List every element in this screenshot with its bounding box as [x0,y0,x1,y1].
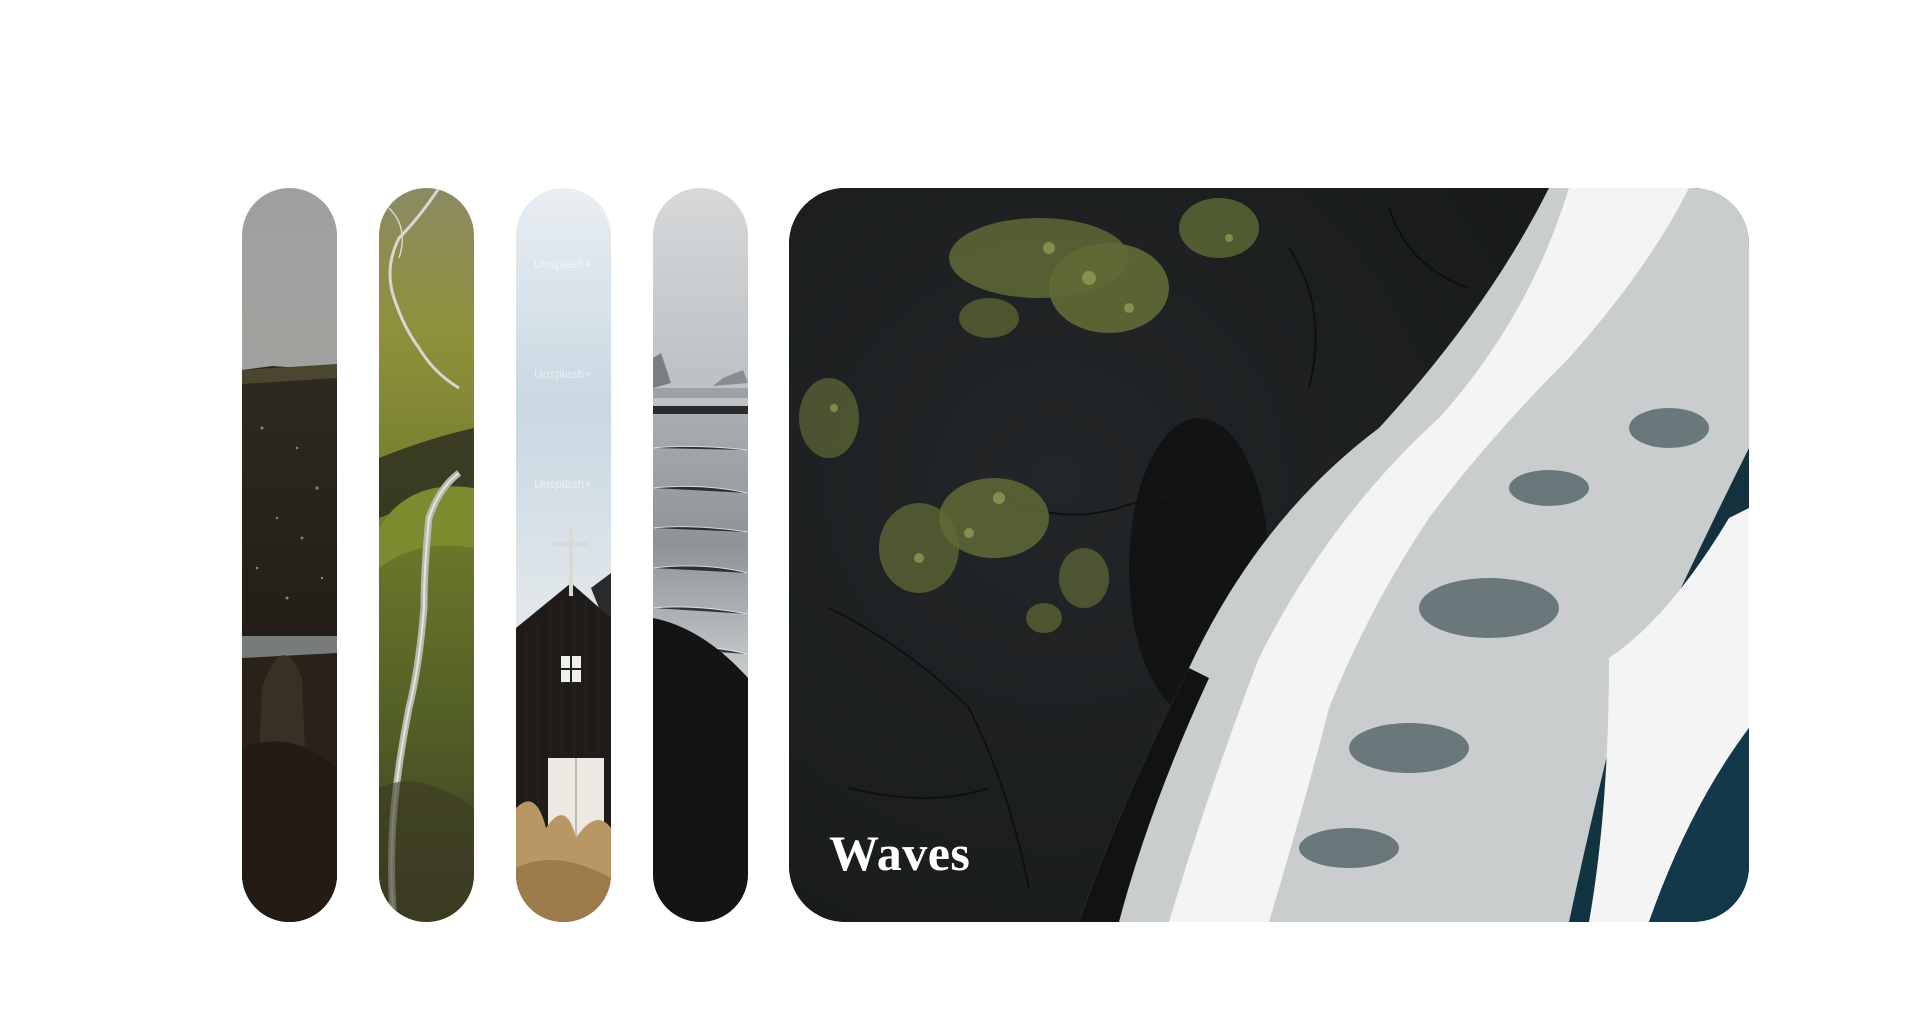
svg-text:Unsplash+: Unsplash+ [534,367,591,381]
gallery-panel-cliffs[interactable] [242,188,337,922]
aerial-waves-photo [789,188,1749,922]
gallery-panel-beach[interactable] [653,188,748,922]
gallery-panel-waves[interactable]: Waves [789,188,1749,922]
black-church-photo: Unsplash+ Unsplash+ Unsplash+ [516,188,611,922]
svg-text:Unsplash+: Unsplash+ [534,477,591,491]
cliff-and-lake-photo [242,188,337,922]
gallery-panel-valley[interactable] [379,188,474,922]
panel-title-waves: Waves [829,825,971,881]
svg-text:Unsplash+: Unsplash+ [534,257,591,271]
image-accordion-gallery: Unsplash+ Unsplash+ Unsplash+ Waves [242,188,1749,922]
black-sand-beach-photo [653,188,748,922]
river-valley-photo [379,188,474,922]
gallery-panel-church[interactable]: Unsplash+ Unsplash+ Unsplash+ [516,188,611,922]
